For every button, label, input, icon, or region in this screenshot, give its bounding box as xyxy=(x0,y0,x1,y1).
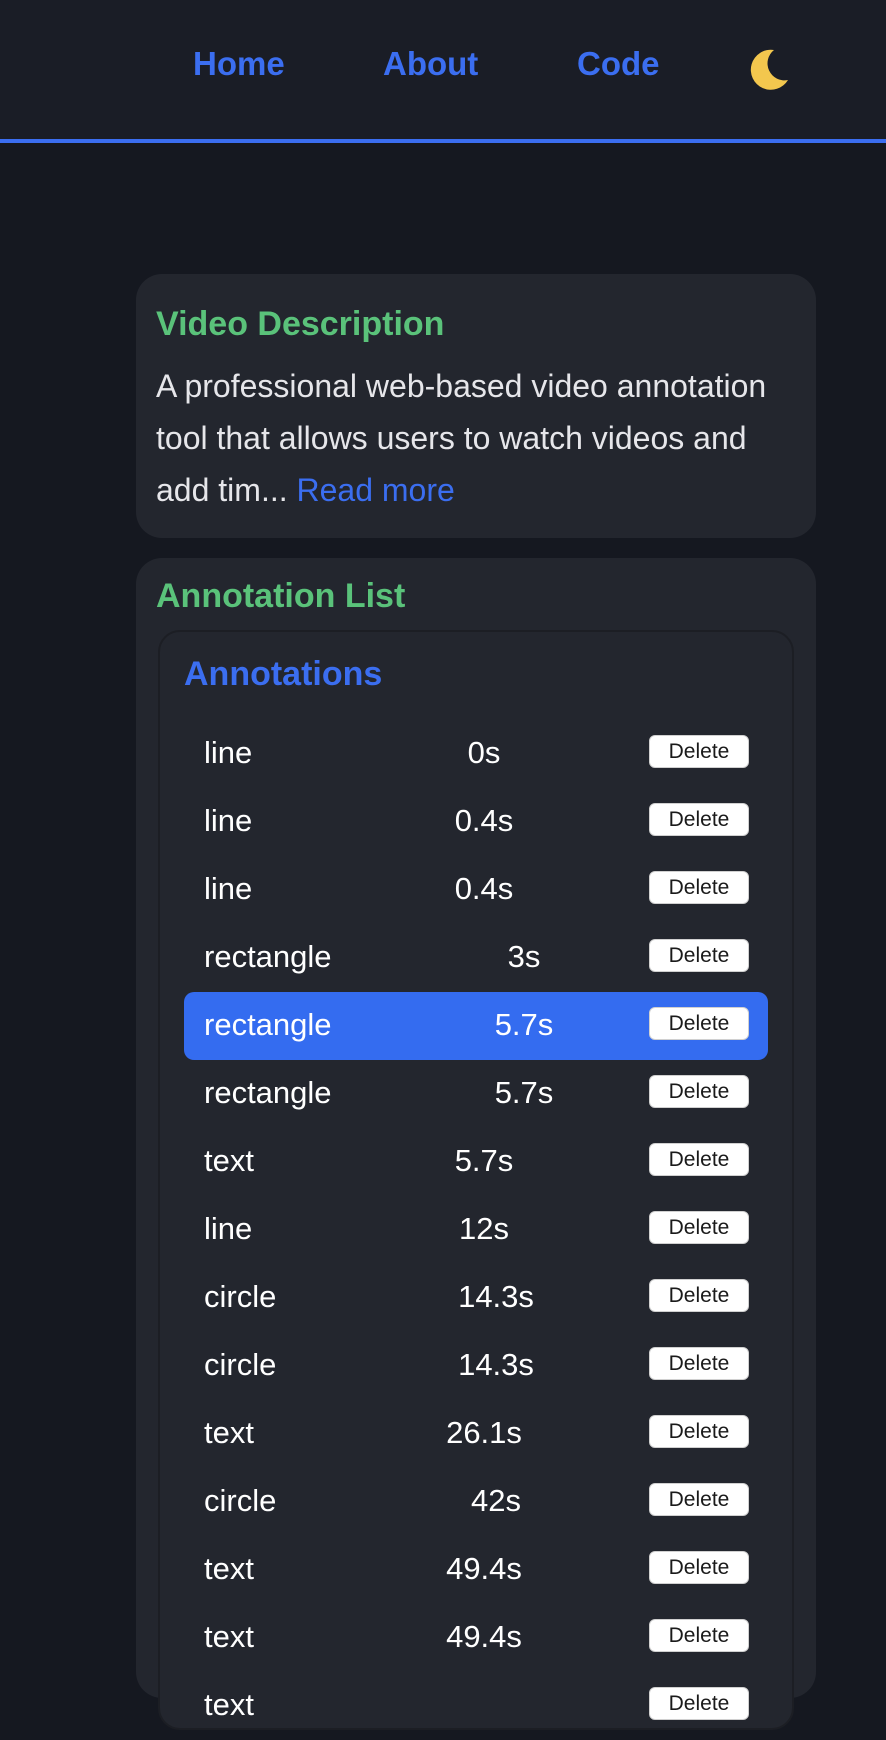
delete-annotation-button[interactable]: Delete xyxy=(649,1619,749,1652)
annotation-time: 14.3s xyxy=(458,1347,534,1382)
annotation-type: text xyxy=(204,1143,254,1178)
annotation-time: 5.7s xyxy=(494,1075,554,1110)
annotation-type: rectangle xyxy=(204,1075,332,1110)
annotation-type: rectangle xyxy=(204,939,332,974)
delete-annotation-button[interactable]: Delete xyxy=(649,939,749,972)
nav-link-home[interactable]: Home xyxy=(193,44,285,84)
delete-annotation-button[interactable]: Delete xyxy=(649,871,749,904)
nav-link-code[interactable]: Code xyxy=(577,44,660,84)
annotation-row[interactable]: line 0s Delete xyxy=(184,720,768,788)
annotation-type: line xyxy=(204,871,253,906)
description-body: A professional web-based video annotatio… xyxy=(156,368,767,508)
delete-annotation-button[interactable]: Delete xyxy=(649,1143,749,1176)
annotation-type: line xyxy=(204,1211,253,1246)
annotation-time: 12s xyxy=(459,1211,509,1246)
annotation-row[interactable]: circle 14.3s Delete xyxy=(184,1332,768,1400)
annotation-type: text xyxy=(204,1551,254,1586)
annotation-type: text xyxy=(204,1619,254,1654)
annotation-time: 26.1s xyxy=(446,1415,522,1450)
annotation-row[interactable]: rectangle 5.7s Delete xyxy=(184,1060,768,1128)
nav-link-about[interactable]: About xyxy=(383,44,478,84)
delete-annotation-button[interactable]: Delete xyxy=(649,735,749,768)
annotation-time: 0.4s xyxy=(454,871,514,906)
annotation-row[interactable]: line 0.4s Delete xyxy=(184,788,768,856)
annotation-list-card: Annotation List Annotations line 0s Delete… xyxy=(136,558,816,1730)
annotation-time: 14.3s xyxy=(458,1279,534,1314)
annotation-type: circle xyxy=(204,1279,277,1314)
annotation-row[interactable]: line 0.4s Delete xyxy=(184,856,768,924)
annotation-time: 0s xyxy=(467,735,501,770)
annotation-type: text xyxy=(204,1415,254,1450)
moon-icon xyxy=(750,49,788,90)
annotation-time: 5.7s xyxy=(454,1143,514,1178)
annotation-time: 49.4s xyxy=(446,1551,522,1586)
annotation-time: 3s xyxy=(507,939,541,974)
annotation-type: line xyxy=(204,803,253,838)
theme-toggle-button[interactable] xyxy=(744,46,792,94)
annotation-time: 5.7s xyxy=(494,1007,554,1042)
video-description-text: A professional web-based video annotatio… xyxy=(156,360,776,516)
video-description-title: Video Description xyxy=(156,305,445,343)
delete-annotation-button[interactable]: Delete xyxy=(649,1687,749,1720)
annotation-row[interactable]: text 5.7s Delete xyxy=(184,1128,768,1196)
annotation-type: rectangle xyxy=(204,1007,332,1042)
annotation-row[interactable]: rectangle 3s Delete xyxy=(184,924,768,992)
delete-annotation-button[interactable]: Delete xyxy=(649,1279,749,1312)
annotations-panel: Annotations line 0s Delete line 0.4s Delete li… xyxy=(158,630,794,1730)
annotation-row[interactable]: rectangle 5.7s Delete xyxy=(184,992,768,1060)
annotation-time: 0.4s xyxy=(454,803,514,838)
annotation-row[interactable]: text 49.4s Delete xyxy=(184,1604,768,1672)
annotation-row[interactable]: text 26.1s Delete xyxy=(184,1400,768,1468)
annotation-row[interactable]: circle 42s Delete xyxy=(184,1468,768,1536)
annotation-type: circle xyxy=(204,1347,277,1382)
annotation-row[interactable]: line 12s Delete xyxy=(184,1196,768,1264)
delete-annotation-button[interactable]: Delete xyxy=(649,1075,749,1108)
annotation-time: 49.4s xyxy=(446,1619,522,1654)
annotations-header: Annotations xyxy=(184,655,383,693)
top-navbar: Home About Code xyxy=(0,0,886,143)
video-description-card: Video Description A professional web-bas… xyxy=(136,274,816,538)
annotation-rows: line 0s Delete line 0.4s Delete line 0.4s Delete… xyxy=(184,720,768,1740)
delete-annotation-button[interactable]: Delete xyxy=(649,803,749,836)
annotation-type: circle xyxy=(204,1483,277,1518)
annotation-row[interactable]: text Delete xyxy=(184,1672,768,1740)
delete-annotation-button[interactable]: Delete xyxy=(649,1211,749,1244)
annotation-row[interactable]: circle 14.3s Delete xyxy=(184,1264,768,1332)
delete-annotation-button[interactable]: Delete xyxy=(649,1347,749,1380)
delete-annotation-button[interactable]: Delete xyxy=(649,1007,749,1040)
delete-annotation-button[interactable]: Delete xyxy=(649,1483,749,1516)
annotation-time: 42s xyxy=(471,1483,521,1518)
annotation-type: text xyxy=(204,1687,254,1722)
annotation-row[interactable]: text 49.4s Delete xyxy=(184,1536,768,1604)
delete-annotation-button[interactable]: Delete xyxy=(649,1415,749,1448)
read-more-link[interactable]: Read more xyxy=(297,472,455,508)
annotation-list-title: Annotation List xyxy=(156,577,406,615)
delete-annotation-button[interactable]: Delete xyxy=(649,1551,749,1584)
annotation-type: line xyxy=(204,735,253,770)
